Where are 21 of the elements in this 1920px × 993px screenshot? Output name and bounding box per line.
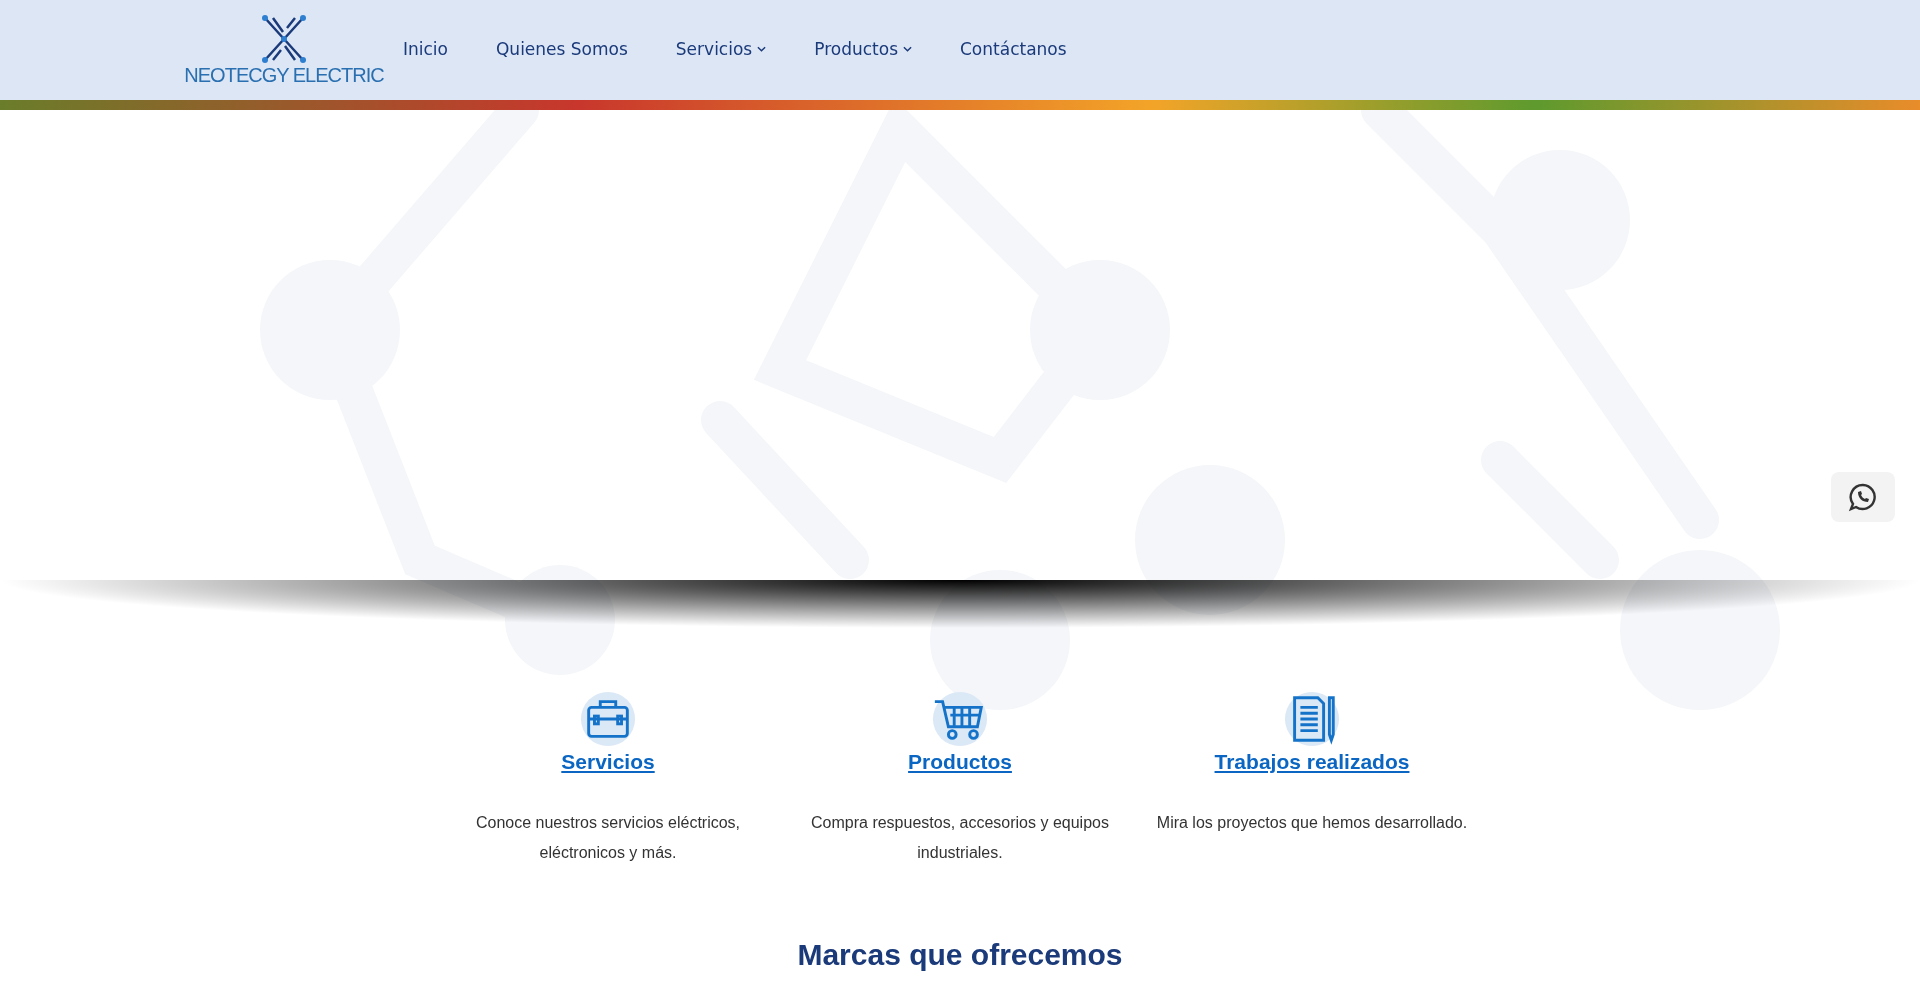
caret-icon (903, 46, 912, 52)
logo-text[interactable]: NEOTECGY ELECTRIC (184, 63, 384, 87)
document-icon (1283, 690, 1341, 748)
nav-link[interactable]: Quienes Somos (496, 39, 628, 59)
feature-description: Mira los proyectos que hemos desarrollado. (1156, 813, 1468, 833)
feature-link[interactable]: Trabajos realizados (1214, 750, 1410, 774)
briefcase-icon (579, 690, 637, 748)
circuit-logo-icon (259, 13, 309, 64)
nav-link[interactable]: Inicio (403, 39, 448, 59)
feature-link[interactable]: Productos (908, 750, 1012, 774)
caret-icon (757, 46, 767, 52)
cart-icon (931, 690, 989, 748)
nav-link[interactable]: Contáctanos (960, 39, 1067, 59)
whatsapp-button[interactable] (1831, 472, 1895, 522)
feature-description: Compra respuestos, accesorios y equipos industriales. (810, 813, 1110, 863)
section-heading: Marcas que ofrecemos (796, 938, 1124, 972)
feature-description: Conoce nuestros servicios eléctricos, eléctronicos y más. (474, 813, 742, 863)
nav-link[interactable]: Servicios (675, 39, 767, 59)
feature-link[interactable]: Servicios (561, 750, 655, 774)
nav-link[interactable]: Productos (814, 39, 912, 59)
whatsapp-icon (1847, 481, 1879, 513)
